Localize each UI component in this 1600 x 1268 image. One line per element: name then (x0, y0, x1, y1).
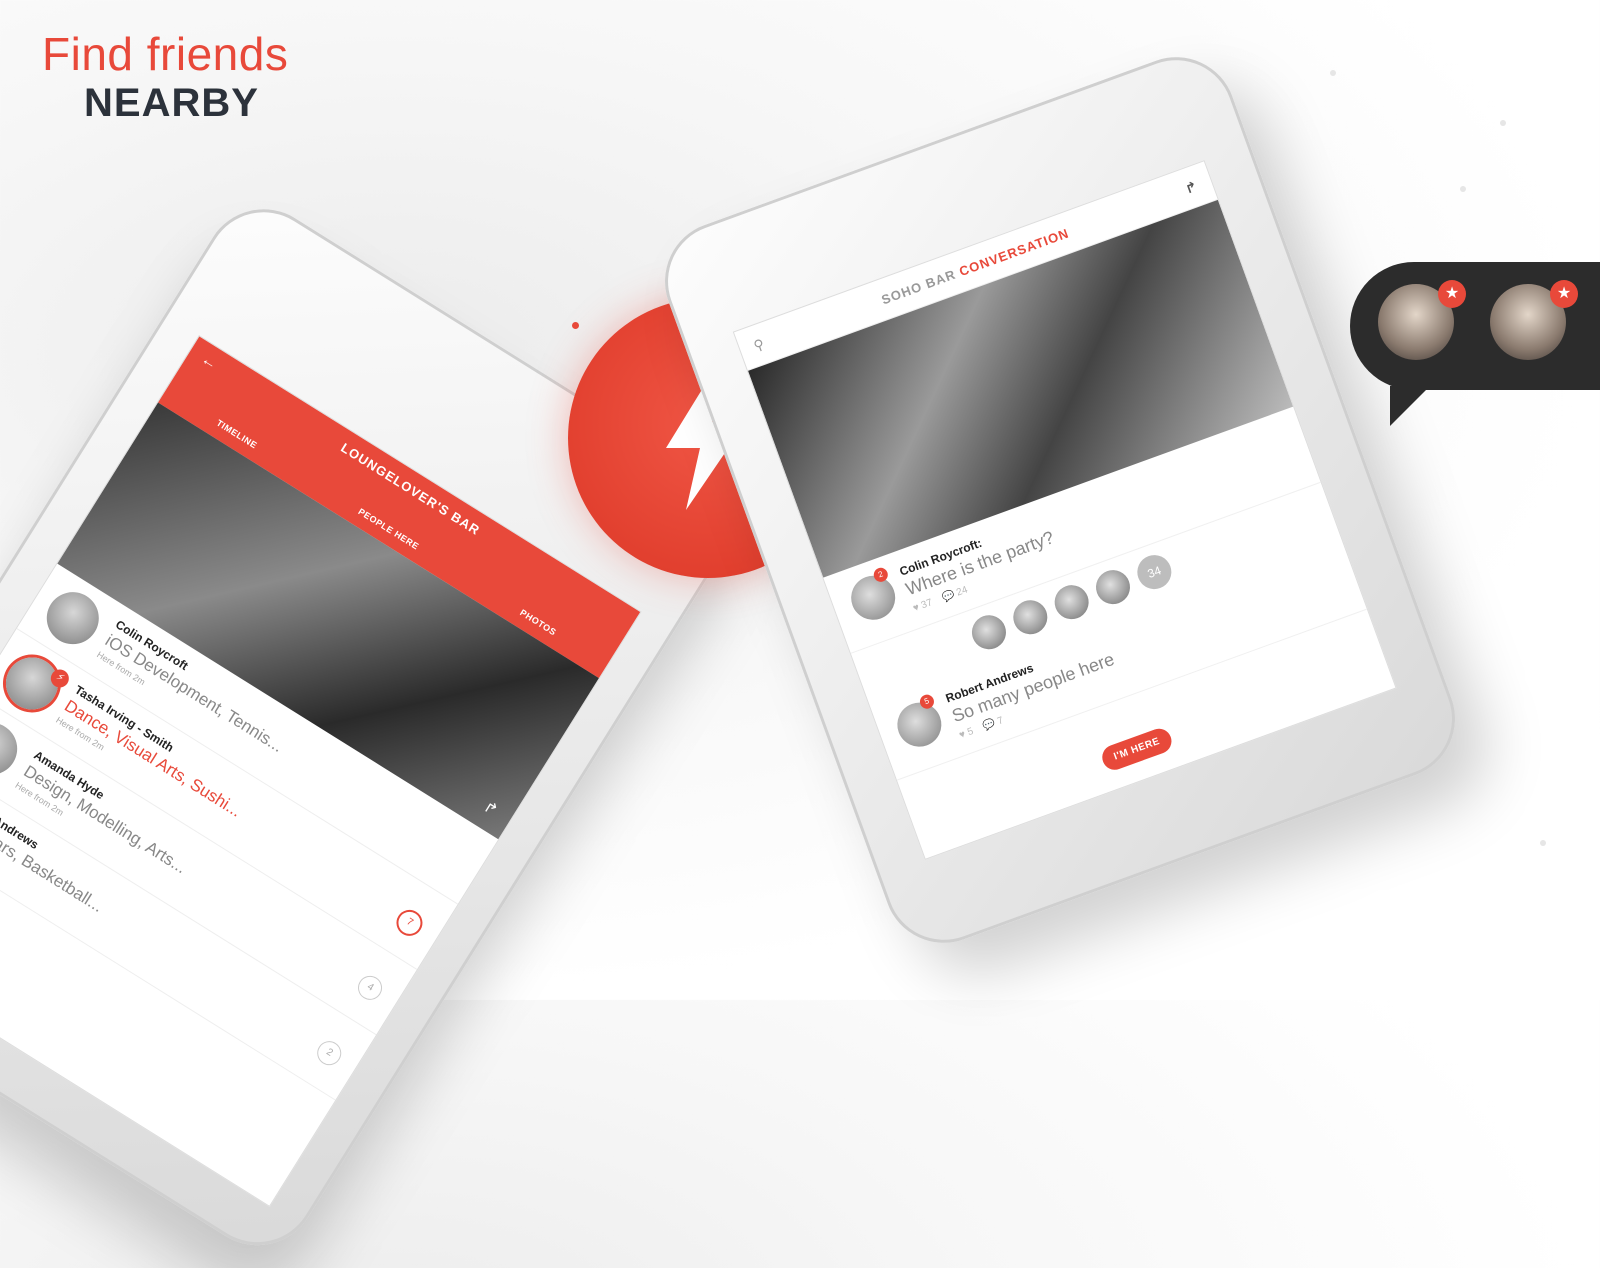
star-icon: ★ (1550, 280, 1578, 308)
comment-count: 7 (995, 715, 1005, 728)
friends-speech-bubble: ★ ★ (1350, 262, 1600, 426)
decorative-dot (1460, 186, 1466, 192)
more-attendees-count[interactable]: 34 (1132, 550, 1177, 594)
avatar: 5 (891, 692, 948, 753)
avatar (36, 582, 109, 654)
avatar[interactable] (1091, 565, 1135, 609)
message-badge: 5 (917, 692, 936, 711)
headline-line2: NEARBY (84, 81, 259, 125)
comment-icon[interactable]: 💬 (982, 718, 997, 733)
splash-dot (572, 322, 579, 329)
mutual-count: 2 (312, 1036, 346, 1070)
headline-line1: Find friends (42, 28, 289, 80)
mutual-count: 7 (391, 904, 428, 941)
search-icon[interactable]: ⚲ (751, 335, 767, 355)
star-icon: ★ (1438, 280, 1466, 308)
right-phone-mockup: ⚲ SOHO BAR CONVERSATION ↱ 2 Colin Roycro… (648, 40, 1472, 960)
decorative-dot (1330, 70, 1336, 76)
heart-icon[interactable]: ♥ (958, 729, 967, 741)
avatar[interactable] (1008, 595, 1053, 640)
heart-icon[interactable]: ♥ (912, 602, 921, 614)
avatar[interactable] (967, 610, 1011, 655)
share-icon[interactable]: ↱ (1183, 177, 1201, 197)
im-here-button[interactable]: I'M HERE (1098, 725, 1176, 774)
like-count: 37 (919, 597, 935, 612)
right-phone-screen: ⚲ SOHO BAR CONVERSATION ↱ 2 Colin Roycro… (732, 160, 1397, 860)
bolt-badge-icon: ⚡ (47, 666, 73, 691)
mutual-count: 4 (353, 971, 387, 1005)
like-count: 5 (965, 725, 975, 739)
decorative-dot (1540, 840, 1546, 846)
left-phone-screen: ← LOUNGELOVER'S BAR TIMELINE PEOPLE HERE… (0, 335, 642, 1207)
comment-icon[interactable]: 💬 (941, 589, 956, 604)
avatar: ⚡ (0, 647, 73, 720)
avatar: 2 (844, 565, 902, 626)
share-icon[interactable]: ↱ (480, 797, 502, 821)
avatar[interactable] (1049, 580, 1094, 624)
message-badge: 2 (871, 565, 890, 584)
decorative-dot (1500, 120, 1506, 126)
headline: Find friends NEARBY (42, 28, 288, 126)
comment-count: 24 (955, 584, 970, 599)
